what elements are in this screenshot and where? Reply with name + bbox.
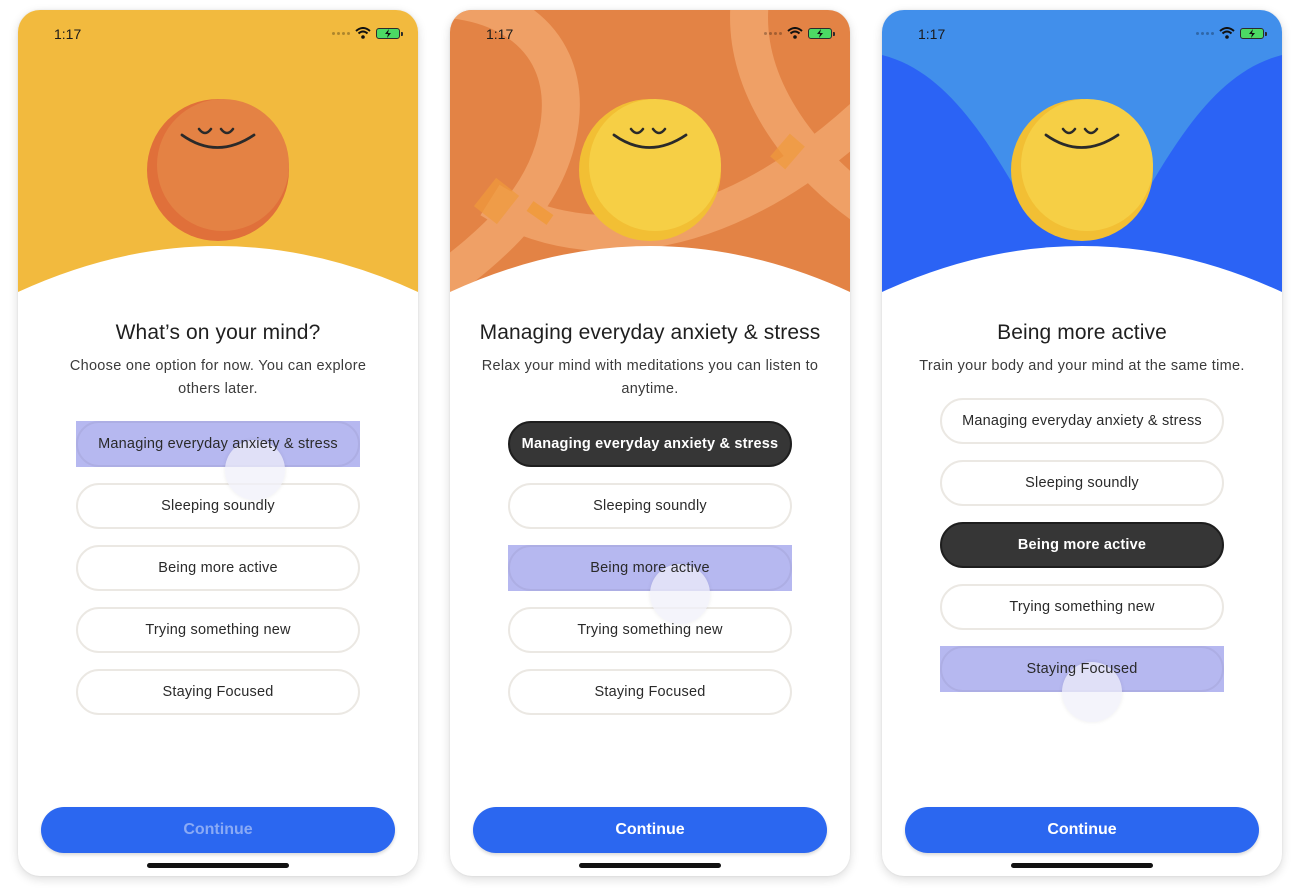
- page-subtitle: Relax your mind with meditations you can…: [481, 358, 819, 397]
- option-label: Trying something new: [577, 622, 723, 638]
- page-title: Being more active: [997, 321, 1167, 344]
- smiling-face-icon: [1021, 99, 1153, 231]
- battery-charging-icon: [1240, 27, 1267, 39]
- option-label: Trying something new: [145, 622, 291, 638]
- option-label: Staying Focused: [162, 684, 274, 700]
- option-trying-something-new[interactable]: Trying something new: [940, 584, 1224, 630]
- option-label: Staying Focused: [594, 684, 706, 700]
- smiling-face-icon: [157, 99, 289, 231]
- cellular-signal-icon: [1196, 31, 1214, 35]
- phone-screen-being-more-active: 1:17 Being more active Train your body a…: [882, 10, 1282, 876]
- cellular-signal-icon: [764, 31, 782, 35]
- option-sleeping-soundly[interactable]: Sleeping soundly: [940, 460, 1224, 506]
- option-being-more-active[interactable]: Being more active: [76, 545, 360, 591]
- home-indicator[interactable]: [1011, 863, 1153, 868]
- option-sleeping-soundly[interactable]: Sleeping soundly: [76, 483, 360, 529]
- phone-screen-anxiety-stress: 1:17 Managing everyday anxiety & stress …: [450, 10, 850, 876]
- option-label: Managing everyday anxiety & stress: [521, 436, 779, 452]
- option-being-more-active[interactable]: Being more active: [940, 522, 1224, 568]
- wifi-icon: [355, 27, 371, 39]
- option-label: Sleeping soundly: [161, 498, 275, 514]
- option-anxiety-stress[interactable]: Managing everyday anxiety & stress: [508, 421, 792, 467]
- wifi-icon: [787, 27, 803, 39]
- option-anxiety-stress[interactable]: Managing everyday anxiety & stress: [940, 398, 1224, 444]
- battery-charging-icon: [376, 27, 403, 39]
- option-label: Sleeping soundly: [1025, 475, 1139, 491]
- continue-button[interactable]: Continue: [905, 807, 1259, 853]
- wifi-icon: [1219, 27, 1235, 39]
- home-indicator[interactable]: [147, 863, 289, 868]
- page-subtitle: Train your body and your mind at the sam…: [919, 358, 1245, 374]
- option-anxiety-stress[interactable]: Managing everyday anxiety & stress: [76, 421, 360, 467]
- page-title: Managing everyday anxiety & stress: [479, 321, 821, 344]
- status-bar: 1:17: [450, 10, 850, 58]
- phone-screen-what-on-your-mind: 1:17 What’s on your mind? Choose one opt…: [18, 10, 418, 876]
- option-label: Trying something new: [1009, 599, 1155, 615]
- option-label: Managing everyday anxiety & stress: [962, 413, 1202, 429]
- option-label: Being more active: [158, 560, 278, 576]
- option-label: Staying Focused: [1026, 661, 1138, 677]
- content-area: Managing everyday anxiety & stress Relax…: [450, 310, 850, 401]
- option-label: Being more active: [590, 560, 710, 576]
- battery-charging-icon: [808, 27, 835, 39]
- option-staying-focused[interactable]: Staying Focused: [76, 669, 360, 715]
- content-area: What’s on your mind? Choose one option f…: [18, 310, 418, 401]
- option-label: Managing everyday anxiety & stress: [98, 436, 338, 452]
- status-time: 1:17: [54, 26, 82, 42]
- option-sleeping-soundly[interactable]: Sleeping soundly: [508, 483, 792, 529]
- page-title: What’s on your mind?: [115, 321, 321, 344]
- home-indicator[interactable]: [579, 863, 721, 868]
- continue-button[interactable]: Continue: [41, 807, 395, 853]
- option-label: Being more active: [1017, 537, 1147, 553]
- option-staying-focused[interactable]: Staying Focused: [508, 669, 792, 715]
- status-time: 1:17: [918, 26, 946, 42]
- continue-button[interactable]: Continue: [473, 807, 827, 853]
- option-trying-something-new[interactable]: Trying something new: [508, 607, 792, 653]
- option-trying-something-new[interactable]: Trying something new: [76, 607, 360, 653]
- cellular-signal-icon: [332, 31, 350, 35]
- status-bar: 1:17: [18, 10, 418, 58]
- page-subtitle: Choose one option for now. You can explo…: [69, 358, 367, 397]
- option-label: Sleeping soundly: [593, 498, 707, 514]
- option-being-more-active[interactable]: Being more active: [508, 545, 792, 591]
- status-bar: 1:17: [882, 10, 1282, 58]
- content-area: Being more active Train your body and yo…: [882, 310, 1282, 378]
- status-time: 1:17: [486, 26, 514, 42]
- smiling-face-icon: [589, 99, 721, 231]
